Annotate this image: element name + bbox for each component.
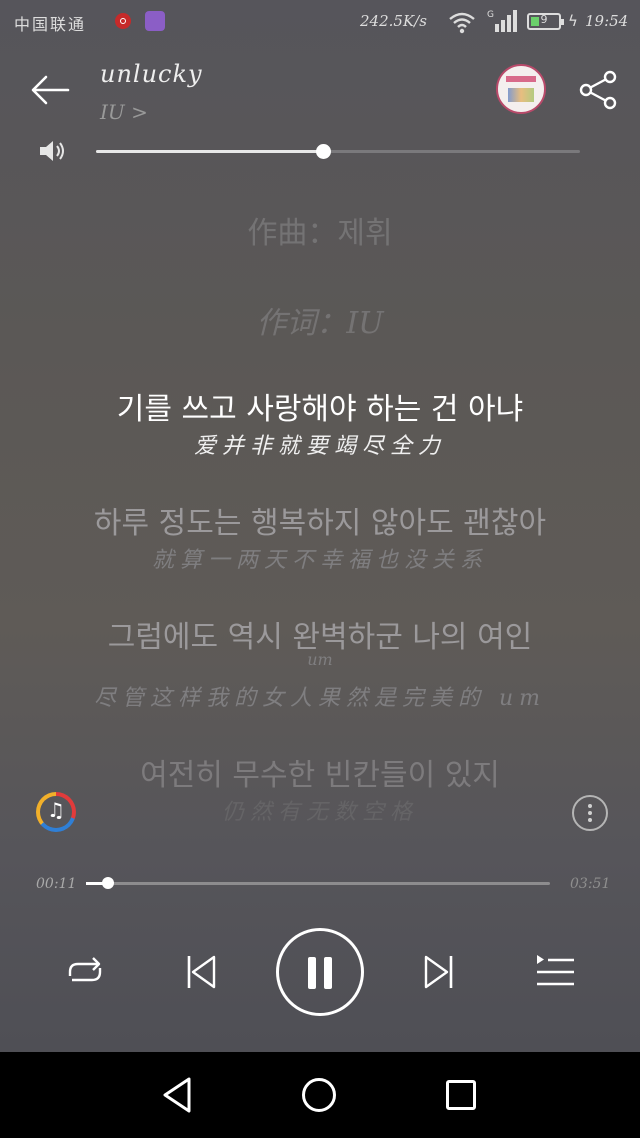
playlist-icon[interactable] [534, 952, 576, 992]
total-time: 03:51 [570, 876, 611, 892]
notification-gallery-icon [145, 11, 165, 31]
status-bar: 中国联通 242.5K/s G 9 ϟ 19:54 [0, 0, 640, 44]
share-icon[interactable] [576, 68, 620, 112]
skip-next-icon[interactable] [418, 950, 460, 994]
network-type-label: G [487, 10, 494, 20]
current-time: 00:11 [36, 876, 77, 892]
battery-icon: 9 [527, 13, 564, 30]
system-navigation-bar [0, 1052, 640, 1138]
wifi-icon [449, 12, 475, 34]
lyric-translation: 就算一两天不幸福也没关系 [151, 548, 488, 573]
signal-icon: G [487, 10, 517, 32]
carrier-label: 中国联通 [14, 15, 87, 34]
volume-slider[interactable] [96, 144, 580, 159]
skip-previous-icon[interactable] [180, 950, 222, 994]
notification-music-icon [115, 13, 131, 29]
music-note-icon: ♫ [47, 798, 65, 822]
pause-button[interactable] [276, 928, 364, 1016]
music-app-icon[interactable]: ♫ [36, 792, 76, 832]
status-clock: 19:54 [585, 12, 629, 30]
lyric-composer: 作曲：제휘 [247, 216, 393, 251]
lyric-line: 여전히 무수한 빈칸들이 있지 [140, 758, 500, 793]
volume-thumb[interactable] [316, 144, 332, 159]
nav-back-icon[interactable] [160, 1076, 196, 1114]
volume-fill [96, 150, 324, 153]
nav-recents-icon[interactable] [446, 1080, 476, 1110]
artist-link[interactable]: IU > [100, 100, 148, 124]
progress-thumb[interactable] [102, 877, 115, 889]
speaker-icon[interactable] [38, 138, 68, 164]
album-cover-thumbnail[interactable] [496, 64, 546, 114]
charging-icon: ϟ [568, 12, 578, 30]
progress-slider[interactable] [86, 877, 550, 889]
back-arrow-icon[interactable] [28, 70, 72, 110]
lyric-translation: 尽管这样我的女人果然是完美的 um [93, 686, 547, 711]
lyric-translation: 仍然有无数空格 [221, 800, 418, 825]
lyric-extra: um [307, 650, 333, 669]
song-title: unlucky [100, 60, 203, 88]
network-speed: 242.5K/s [360, 12, 427, 30]
lyric-lyricist: 作词：IU [256, 306, 384, 341]
nav-home-icon[interactable] [302, 1078, 336, 1112]
lyric-line: 하루 정도는 행복하지 않아도 괜찮아 [93, 506, 547, 541]
battery-level: 9 [540, 13, 548, 26]
lyric-line-current: 기를 쓰고 사랑해야 하는 건 아냐 [116, 392, 524, 427]
repeat-icon[interactable] [62, 952, 108, 992]
more-vertical-icon[interactable] [572, 795, 608, 831]
lyric-translation-current: 爱并非就要竭尽全力 [193, 434, 446, 459]
